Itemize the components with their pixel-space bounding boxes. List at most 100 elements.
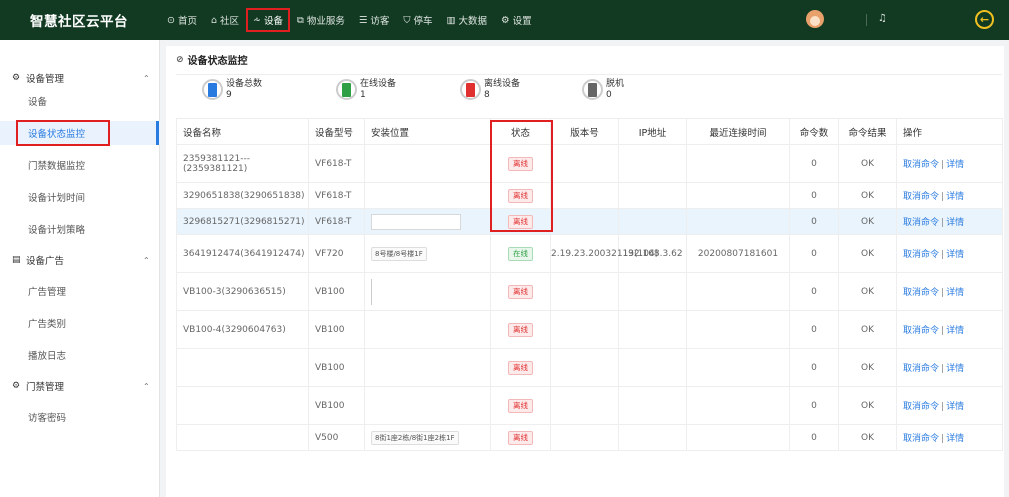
table-row[interactable]: 3290651838(3290651838) VF618-T 离线 0 OK 取消命令 | 详…: [176, 182, 1003, 209]
device-name-cell: [176, 424, 309, 451]
chevron-up-icon: ⌃: [143, 381, 150, 391]
table-row[interactable]: 3641912474(3641912474) VF720 8号楼/8号楼1F 在线 2.…: [176, 234, 1003, 273]
top-navbar: 智慧社区云平台 ⊙ 首页 ⌂ 社区 ⩪ 设备 ⧉ 物业服务 ☰ 访客 ⛉ 停车 ▥ 大数据 ⚙ 设置 ♫ ←: [0, 0, 1009, 40]
detail-link[interactable]: 详情: [946, 364, 964, 374]
cancel-command-link[interactable]: 取消命令: [903, 434, 939, 444]
command-count-cell: 0: [789, 208, 839, 235]
column-header: 设备名称: [176, 118, 309, 145]
stat-value: 9: [226, 90, 232, 100]
version-cell: [550, 424, 619, 451]
sidebar-item[interactable]: 访客密码: [0, 405, 160, 429]
stat-label: 设备总数: [226, 79, 263, 89]
cancel-command-link[interactable]: 取消命令: [903, 326, 939, 336]
command-count-cell: 0: [789, 182, 839, 209]
nav-community[interactable]: ⌂ 社区: [204, 8, 246, 32]
last-connect-cell: [686, 348, 790, 387]
nav-property[interactable]: ⧉ 物业服务: [290, 8, 352, 32]
sidebar-item[interactable]: 设备: [0, 89, 160, 113]
location-input[interactable]: [371, 213, 461, 230]
location-cell: 8号楼/8号楼1F: [364, 234, 491, 273]
command-count-cell: 0: [789, 272, 839, 311]
sidebar-item[interactable]: 设备状态监控: [0, 120, 160, 146]
home-icon: ⌂: [210, 14, 218, 26]
logout-icon[interactable]: ←: [975, 10, 994, 29]
nav-bigdata[interactable]: ▥ 大数据: [440, 8, 495, 32]
table-row[interactable]: 2359381121---(2359381121) VF618-T 离线 0 OK 取消命…: [176, 144, 1003, 183]
detail-link[interactable]: 详情: [946, 160, 964, 170]
user-avatar[interactable]: [806, 10, 824, 28]
location-tag: 8街1座2栋/8街1座2栋1F: [371, 430, 459, 445]
table-row[interactable]: VB100 离线 0 OK 取消命令 | 详情: [176, 386, 1003, 425]
status-badge: 离线: [508, 430, 533, 445]
nav-label: 社区: [220, 16, 240, 27]
detail-link[interactable]: 详情: [946, 326, 964, 336]
cancel-command-link[interactable]: 取消命令: [903, 218, 939, 228]
sidebar-group-0[interactable]: ⚙ 设备管理 ⌃: [0, 68, 160, 88]
chevron-up-icon: ⌃: [143, 73, 150, 83]
ip-cell: [618, 424, 687, 451]
active-item-highlight-box: [16, 120, 110, 146]
sidebar-item-label: 广告类别: [28, 319, 67, 330]
sidebar-item-label: 播放日志: [28, 351, 67, 362]
sidebar-group-1[interactable]: ▤ 设备广告 ⌃: [0, 250, 160, 270]
command-result-cell: OK: [838, 144, 897, 183]
sidebar-group-2[interactable]: ⚙ 门禁管理 ⌃: [0, 376, 160, 396]
sidebar-item[interactable]: 广告管理: [0, 279, 160, 303]
cancel-command-link[interactable]: 取消命令: [903, 288, 939, 298]
detail-link[interactable]: 详情: [946, 288, 964, 298]
table-row[interactable]: VB100 离线 0 OK 取消命令 | 详情: [176, 348, 1003, 387]
status-cell: 离线: [490, 310, 551, 349]
nav-settings[interactable]: ⚙ 设置: [494, 8, 539, 32]
main-panel: ⊘ 设备状态监控 设备总数 9 在线设备 1 离线设备 8 脱机 0 设备名称 设备型号 安装位置…: [166, 46, 1004, 497]
cancel-command-link[interactable]: 取消命令: [903, 192, 939, 202]
detail-link[interactable]: 详情: [946, 250, 964, 260]
ip-cell: [618, 182, 687, 209]
nav-device[interactable]: ⩪ 设备: [246, 8, 291, 32]
version-cell: [550, 348, 619, 387]
location-cell: [364, 310, 491, 349]
table-row[interactable]: 3296815271(3296815271) VF618-T 离线 0 OK 取消命令 | 详…: [176, 208, 1003, 235]
sidebar-item[interactable]: 广告类别: [0, 311, 160, 335]
command-count-cell: 0: [789, 348, 839, 387]
status-badge: 在线: [508, 246, 533, 261]
device-model-cell: VB100: [308, 386, 365, 425]
version-cell: [550, 182, 619, 209]
detail-link[interactable]: 详情: [946, 218, 964, 228]
ip-cell: [618, 272, 687, 311]
nav-parking[interactable]: ⛉ 停车: [396, 8, 439, 32]
nav-visitor[interactable]: ☰ 访客: [352, 8, 397, 32]
sidebar-item-label: 广告管理: [28, 287, 67, 298]
bell-icon[interactable]: ♫: [878, 13, 887, 24]
table-row[interactable]: VB100-4(3290604763) VB100 离线 0 OK 取消命令 | 详情: [176, 310, 1003, 349]
column-header: 操作: [896, 118, 1003, 145]
nav-home[interactable]: ⊙ 首页: [160, 8, 204, 32]
version-cell: [550, 272, 619, 311]
cancel-command-link[interactable]: 取消命令: [903, 402, 939, 412]
operation-cell: 取消命令 | 详情: [896, 208, 1003, 235]
column-header: 设备型号: [308, 118, 365, 145]
cancel-command-link[interactable]: 取消命令: [903, 364, 939, 374]
sidebar-item[interactable]: 设备计划时间: [0, 185, 160, 209]
ip-cell: [618, 348, 687, 387]
detail-link[interactable]: 详情: [946, 434, 964, 444]
sidebar-item-label: 设备计划策略: [28, 225, 86, 236]
stat-label: 脱机: [606, 79, 625, 89]
detail-link[interactable]: 详情: [946, 192, 964, 202]
version-cell: [550, 208, 619, 235]
list-icon: ☰: [358, 14, 368, 26]
last-connect-cell: [686, 144, 790, 183]
detail-link[interactable]: 详情: [946, 402, 964, 412]
main-nav: ⊙ 首页 ⌂ 社区 ⩪ 设备 ⧉ 物业服务 ☰ 访客 ⛉ 停车 ▥ 大数据 ⚙ 设置: [160, 0, 539, 40]
sidebar-item[interactable]: 播放日志: [0, 343, 160, 367]
sidebar-item[interactable]: 设备计划策略: [0, 217, 160, 241]
cancel-command-link[interactable]: 取消命令: [903, 250, 939, 260]
cancel-command-link[interactable]: 取消命令: [903, 160, 939, 170]
table-row[interactable]: V500 8街1座2栋/8街1座2栋1F 离线 0 OK 取消命令 | 详情: [176, 424, 1003, 451]
device-icon: ⩪: [253, 14, 261, 26]
ip-cell: 192.168.3.62: [618, 234, 687, 273]
nav-label: 访客: [370, 16, 390, 27]
stat-value: 8: [484, 90, 490, 100]
sidebar-item[interactable]: 门禁数据监控: [0, 153, 160, 177]
table-row[interactable]: VB100-3(3290636515) VB100 离线 0 OK 取消命令 | 详情: [176, 272, 1003, 311]
location-cell: [364, 348, 491, 387]
